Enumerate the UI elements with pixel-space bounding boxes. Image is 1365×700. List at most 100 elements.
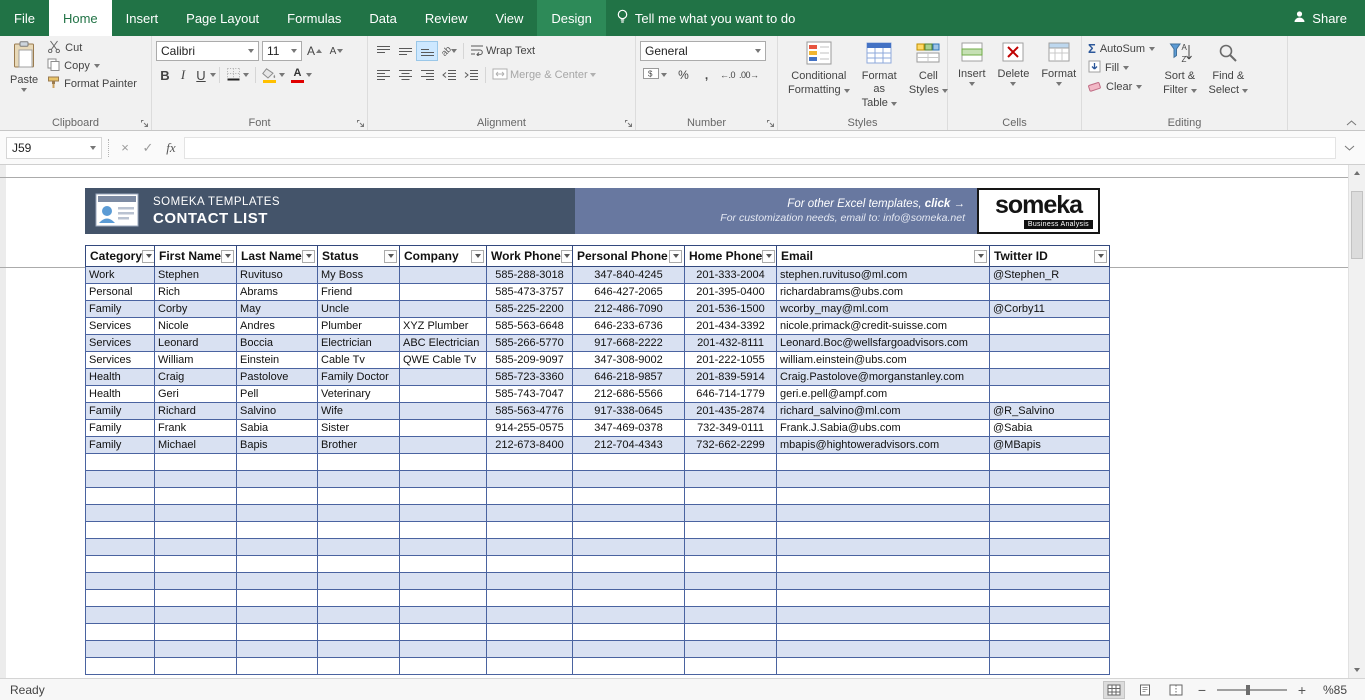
cell[interactable]: @Sabia <box>990 420 1110 437</box>
cell[interactable] <box>400 624 487 641</box>
cell[interactable]: @MBapis <box>990 437 1110 454</box>
cell[interactable]: 585-743-7047 <box>487 386 573 403</box>
cell[interactable] <box>990 284 1110 301</box>
cell[interactable] <box>237 454 318 471</box>
cell[interactable] <box>990 590 1110 607</box>
cell[interactable]: 585-209-9097 <box>487 352 573 369</box>
cell[interactable] <box>237 590 318 607</box>
zoom-out-button[interactable]: − <box>1196 682 1208 698</box>
cell[interactable] <box>487 573 573 590</box>
cell[interactable] <box>155 454 237 471</box>
cell[interactable] <box>990 505 1110 522</box>
cell[interactable]: 212-673-8400 <box>487 437 573 454</box>
cell[interactable] <box>990 318 1110 335</box>
font-color-button[interactable]: A <box>288 65 315 85</box>
cell[interactable]: 201-434-3392 <box>685 318 777 335</box>
cell[interactable]: nicole.primack@credit-suisse.com <box>777 318 990 335</box>
grow-font-button[interactable]: A <box>305 42 324 61</box>
zoom-in-button[interactable]: + <box>1296 682 1308 698</box>
copy-button[interactable]: Copy <box>44 57 140 75</box>
insert-function-icon[interactable]: fx <box>161 140 181 156</box>
cell[interactable]: 201-536-1500 <box>685 301 777 318</box>
cell[interactable]: 201-839-5914 <box>685 369 777 386</box>
cell[interactable]: 585-225-2200 <box>487 301 573 318</box>
cell[interactable] <box>155 471 237 488</box>
filter-dropdown-button[interactable] <box>302 249 315 263</box>
filter-dropdown-button[interactable] <box>221 249 235 263</box>
cell[interactable] <box>685 505 777 522</box>
cell[interactable]: Craig <box>155 369 237 386</box>
cell[interactable]: Brother <box>318 437 400 454</box>
banner-promo-click-link[interactable]: click → <box>925 198 965 210</box>
cell[interactable] <box>777 522 990 539</box>
cell[interactable] <box>487 641 573 658</box>
cell[interactable] <box>155 522 237 539</box>
cell[interactable] <box>237 658 318 675</box>
number-dialog-launcher[interactable] <box>766 119 775 128</box>
cell[interactable] <box>237 488 318 505</box>
cell[interactable] <box>573 658 685 675</box>
cell[interactable]: stephen.ruvituso@ml.com <box>777 267 990 284</box>
cell[interactable] <box>777 488 990 505</box>
alignment-dialog-launcher[interactable] <box>624 119 633 128</box>
formula-input[interactable] <box>184 136 1336 159</box>
cell[interactable]: Wife <box>318 403 400 420</box>
filter-dropdown-button[interactable] <box>762 249 776 263</box>
cell[interactable] <box>85 624 155 641</box>
cell[interactable] <box>237 607 318 624</box>
filter-dropdown-button[interactable] <box>669 249 682 263</box>
cell[interactable]: Ruvituso <box>237 267 318 284</box>
cell[interactable]: 201-395-0400 <box>685 284 777 301</box>
paste-button[interactable]: Paste <box>4 39 44 92</box>
cell[interactable] <box>990 488 1110 505</box>
cell[interactable]: @Corby11 <box>990 301 1110 318</box>
increase-decimal-button[interactable]: ←.0 <box>720 70 736 80</box>
cell[interactable]: Nicole <box>155 318 237 335</box>
clipboard-dialog-launcher[interactable] <box>140 119 149 128</box>
cell[interactable] <box>318 539 400 556</box>
cell[interactable]: Bapis <box>237 437 318 454</box>
find-select-button[interactable]: Find & Select <box>1203 39 1255 97</box>
cell[interactable] <box>237 539 318 556</box>
cell[interactable] <box>155 658 237 675</box>
cell[interactable] <box>237 556 318 573</box>
cell[interactable] <box>155 607 237 624</box>
cell[interactable]: Boccia <box>237 335 318 352</box>
cell[interactable] <box>777 454 990 471</box>
cell[interactable] <box>85 658 155 675</box>
format-cells-button[interactable]: Format <box>1035 39 1082 86</box>
cell[interactable] <box>487 505 573 522</box>
cell[interactable] <box>487 539 573 556</box>
cell[interactable] <box>400 658 487 675</box>
collapse-ribbon-button[interactable] <box>1346 120 1357 126</box>
cell[interactable] <box>400 369 487 386</box>
cell[interactable] <box>237 522 318 539</box>
cell[interactable]: 347-469-0378 <box>573 420 685 437</box>
cell[interactable]: Family <box>85 301 155 318</box>
cell[interactable] <box>487 488 573 505</box>
cell[interactable] <box>155 556 237 573</box>
cell[interactable] <box>318 573 400 590</box>
cell[interactable]: QWE Cable Tv <box>400 352 487 369</box>
cell[interactable]: ABC Electrician <box>400 335 487 352</box>
cell[interactable] <box>685 539 777 556</box>
filter-dropdown-button[interactable] <box>974 249 987 263</box>
cell[interactable] <box>400 403 487 420</box>
cell[interactable]: Sabia <box>237 420 318 437</box>
font-name-combo[interactable]: Calibri <box>156 41 259 61</box>
cell[interactable]: 914-255-0575 <box>487 420 573 437</box>
cell[interactable] <box>990 522 1110 539</box>
vertical-scrollbar[interactable] <box>1348 165 1365 678</box>
cell[interactable]: Family <box>85 420 155 437</box>
cell[interactable]: Work <box>85 267 155 284</box>
cell[interactable] <box>155 590 237 607</box>
cell[interactable] <box>318 522 400 539</box>
cell[interactable] <box>318 624 400 641</box>
cell[interactable]: 585-563-4776 <box>487 403 573 420</box>
font-size-combo[interactable]: 11 <box>262 41 302 61</box>
cell[interactable]: 201-435-2874 <box>685 403 777 420</box>
scroll-down-arrow[interactable] <box>1349 662 1365 678</box>
cell[interactable] <box>400 488 487 505</box>
decrease-decimal-button[interactable]: .00→ <box>739 70 759 80</box>
sort-filter-button[interactable]: AZ Sort & Filter <box>1157 39 1202 97</box>
